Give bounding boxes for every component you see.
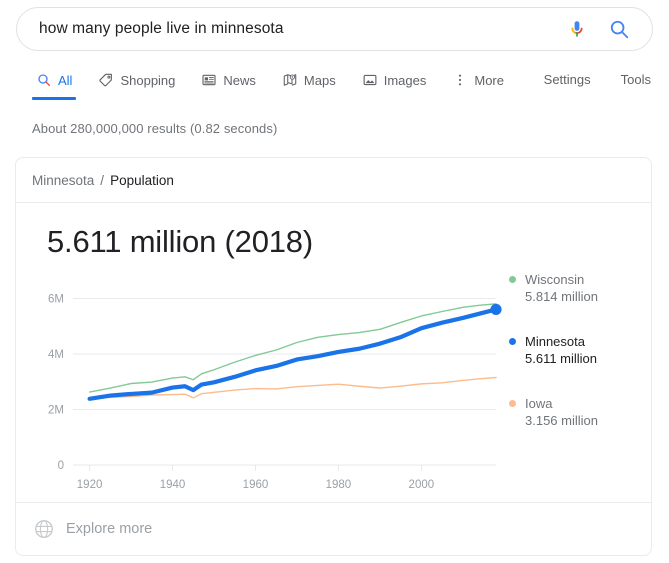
y-axis-tick-label: 2M [48, 405, 64, 417]
legend-color-swatch [509, 400, 516, 407]
legend-series-value: 5.814 million [525, 288, 598, 305]
legend-item-wisconsin[interactable]: Wisconsin5.814 million [509, 271, 649, 305]
legend-series-name: Minnesota [525, 333, 597, 350]
x-axis-tick-label: 1940 [160, 479, 186, 491]
map-pin-icon [282, 72, 298, 88]
legend-color-swatch [509, 276, 516, 283]
x-axis-tick-label: 1920 [77, 479, 103, 491]
search-submit-icon[interactable] [608, 18, 630, 40]
legend-series-name: Wisconsin [525, 271, 598, 288]
explore-more-label: Explore more [66, 521, 152, 537]
tab-all[interactable]: All [32, 70, 85, 100]
active-tab-underline [32, 97, 76, 100]
settings-button[interactable]: Settings [544, 72, 591, 87]
legend-series-value: 3.156 million [525, 412, 598, 429]
x-axis-tick-label: 1980 [326, 479, 352, 491]
breadcrumb-entity[interactable]: Minnesota [32, 173, 94, 188]
x-axis-tick-label: 1960 [243, 479, 269, 491]
tab-maps[interactable]: Maps [269, 70, 349, 100]
search-bar[interactable] [16, 7, 653, 51]
more-vertical-icon [452, 72, 468, 88]
tab-shopping[interactable]: Shopping [85, 70, 188, 100]
tab-images-label: Images [384, 73, 427, 88]
image-icon [362, 72, 378, 88]
tab-news[interactable]: News [188, 70, 269, 100]
chart-line-iowa[interactable] [90, 377, 496, 398]
globe-icon [33, 518, 55, 540]
chart-endpoint-marker-minnesota[interactable] [490, 304, 501, 315]
search-tabs: All Shopping [32, 70, 517, 100]
tools-button[interactable]: Tools [621, 72, 651, 87]
tag-icon [98, 72, 114, 88]
y-axis-tick-label: 0 [58, 460, 64, 472]
tab-maps-label: Maps [304, 73, 336, 88]
legend-item-iowa[interactable]: Iowa3.156 million [509, 395, 649, 429]
page-title: 5.611 million (2018) [47, 224, 313, 260]
search-nav-bar: All Shopping [0, 70, 669, 102]
tab-shopping-label: Shopping [120, 73, 175, 88]
legend-item-minnesota[interactable]: Minnesota5.611 million [509, 333, 649, 367]
explore-more-button[interactable]: Explore more [16, 502, 651, 555]
legend-color-swatch [509, 338, 516, 345]
google-search-results-page: All Shopping [0, 0, 669, 563]
breadcrumb-separator: / [100, 173, 104, 188]
tab-images[interactable]: Images [349, 70, 440, 100]
chart-line-wisconsin[interactable] [90, 304, 496, 392]
newspaper-icon [201, 72, 217, 88]
x-axis-tick-label: 2000 [409, 479, 435, 491]
breadcrumb-topic: Population [110, 173, 174, 188]
tab-more[interactable]: More [439, 70, 517, 100]
search-input[interactable] [37, 15, 557, 43]
tab-news-label: News [223, 73, 256, 88]
breadcrumb: Minnesota / Population [16, 158, 651, 203]
result-stats: About 280,000,000 results (0.82 seconds) [32, 121, 277, 136]
chart-legend: Wisconsin5.814 million Minnesota5.611 mil… [509, 271, 649, 457]
search-icon [36, 72, 52, 88]
knowledge-panel-card: Minnesota / Population 5.611 million (20… [15, 157, 652, 556]
search-tools-group: Settings Tools [544, 72, 651, 87]
y-axis-tick-label: 4M [48, 349, 64, 361]
tab-more-label: More [474, 73, 504, 88]
y-axis-tick-label: 6M [48, 294, 64, 306]
tab-all-label: All [58, 73, 72, 88]
legend-series-name: Iowa [525, 395, 598, 412]
legend-series-value: 5.611 million [525, 350, 597, 367]
search-bar-actions [566, 17, 652, 41]
microphone-icon[interactable] [566, 17, 588, 41]
